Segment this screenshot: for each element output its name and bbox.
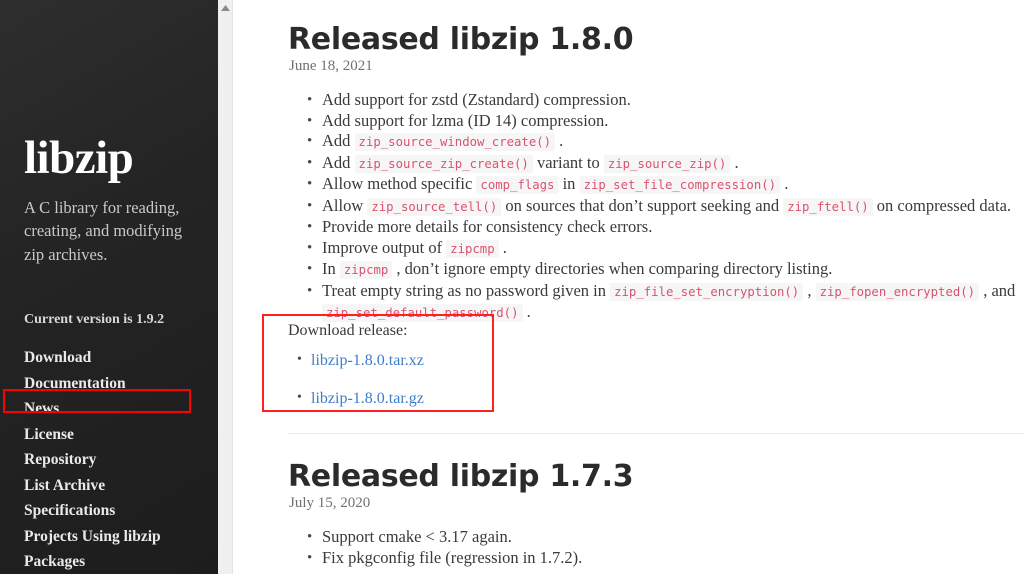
inline-code: zip_fopen_encrypted(): [815, 282, 980, 301]
inline-code: comp_flags: [476, 176, 559, 194]
changelog-item: Add support for lzma (ID 14) compression…: [307, 111, 1024, 131]
page-root: libzip A C library for reading, creating…: [0, 0, 1024, 574]
changelog-item: In zipcmp , don’t ignore empty directori…: [307, 259, 1024, 280]
sidebar-item-label: Projects Using libzip: [24, 527, 161, 545]
inline-code: zip_source_tell(): [367, 197, 502, 216]
sidebar-item-projects-using-libzip[interactable]: Projects Using libzip: [24, 524, 214, 550]
main-content: Released libzip 1.8.0 June 18, 2021 Add …: [233, 0, 1024, 574]
changelog-item: Allow method specific comp_flags in zip_…: [307, 174, 1024, 195]
download-release-label: Download release:: [288, 322, 408, 339]
changelog-item: Add zip_source_zip_create() variant to z…: [307, 153, 1024, 174]
inline-code: zipcmp: [446, 239, 499, 258]
post-title: Released libzip 1.7.3: [288, 459, 634, 494]
changelog-item: Provide more details for consistency che…: [307, 217, 1024, 237]
current-version-label: Current version is 1.9.2: [24, 312, 165, 327]
sidebar-item-label: License: [24, 425, 74, 443]
sidebar-item-list-archive[interactable]: List Archive: [24, 473, 214, 499]
download-list-item: libzip-1.8.0.tar.xz: [297, 351, 424, 370]
changelog-list: Support cmake < 3.17 again.Fix pkgconfig…: [288, 527, 582, 568]
sidebar-item-license[interactable]: License: [24, 422, 214, 448]
changelog-item: Allow zip_source_tell() on sources that …: [307, 196, 1024, 217]
page-scrollbar[interactable]: [218, 0, 233, 574]
changelog-item: Support cmake < 3.17 again.: [307, 527, 582, 547]
changelog-list: Add support for zstd (Zstandard) compres…: [288, 90, 1024, 323]
changelog-item: Improve output of zipcmp .: [307, 238, 1024, 259]
site-tagline: A C library for reading, creating, and m…: [24, 198, 183, 264]
changelog-item: Add zip_source_window_create() .: [307, 131, 1024, 152]
sidebar-item-news[interactable]: News: [24, 396, 214, 422]
sidebar-item-repository[interactable]: Repository: [24, 447, 214, 473]
inline-code: zip_source_zip_create(): [354, 154, 533, 173]
download-link[interactable]: libzip-1.8.0.tar.gz: [311, 390, 424, 407]
sidebar: libzip A C library for reading, creating…: [0, 0, 218, 574]
sidebar-item-label: News: [24, 400, 60, 417]
download-links-list: libzip-1.8.0.tar.xz libzip-1.8.0.tar.gz: [297, 351, 424, 428]
changelog-item: Add support for zstd (Zstandard) compres…: [307, 90, 1024, 110]
post-date: June 18, 2021: [289, 58, 373, 74]
sidebar-item-label: Documentation: [24, 374, 126, 392]
sidebar-item-download[interactable]: Download: [24, 345, 214, 371]
sidebar-item-label: Specifications: [24, 502, 116, 519]
inline-code: zip_set_file_compression(): [579, 176, 781, 194]
post-date: July 15, 2020: [289, 495, 371, 511]
sidebar-item-documentation[interactable]: Documentation: [24, 371, 214, 397]
download-list-item: libzip-1.8.0.tar.gz: [297, 389, 424, 408]
inline-code: zip_source_window_create(): [354, 133, 556, 151]
sidebar-item-packages[interactable]: Packages: [24, 549, 214, 574]
inline-code: zipcmp: [339, 261, 393, 279]
inline-code: zip_ftell(): [783, 197, 873, 216]
inline-code: zip_source_zip(): [603, 154, 731, 173]
post-title: Released libzip 1.8.0: [288, 22, 634, 57]
scrollbar-up-arrow-icon[interactable]: [218, 2, 233, 14]
site-logo: libzip: [24, 132, 134, 184]
sidebar-item-label: List Archive: [24, 476, 106, 494]
sidebar-item-label: Download: [24, 349, 92, 366]
changelog-item: Fix pkgconfig file (regression in 1.7.2)…: [307, 548, 582, 568]
sidebar-item-label: Packages: [24, 553, 86, 570]
sidebar-item-specifications[interactable]: Specifications: [24, 498, 214, 524]
sidebar-nav: Download Documentation News License Reposito…: [24, 345, 214, 574]
download-link[interactable]: libzip-1.8.0.tar.xz: [311, 352, 424, 369]
sidebar-item-label: Repository: [24, 451, 97, 468]
section-divider: [288, 433, 1024, 434]
inline-code: zip_file_set_encryption(): [610, 282, 804, 301]
